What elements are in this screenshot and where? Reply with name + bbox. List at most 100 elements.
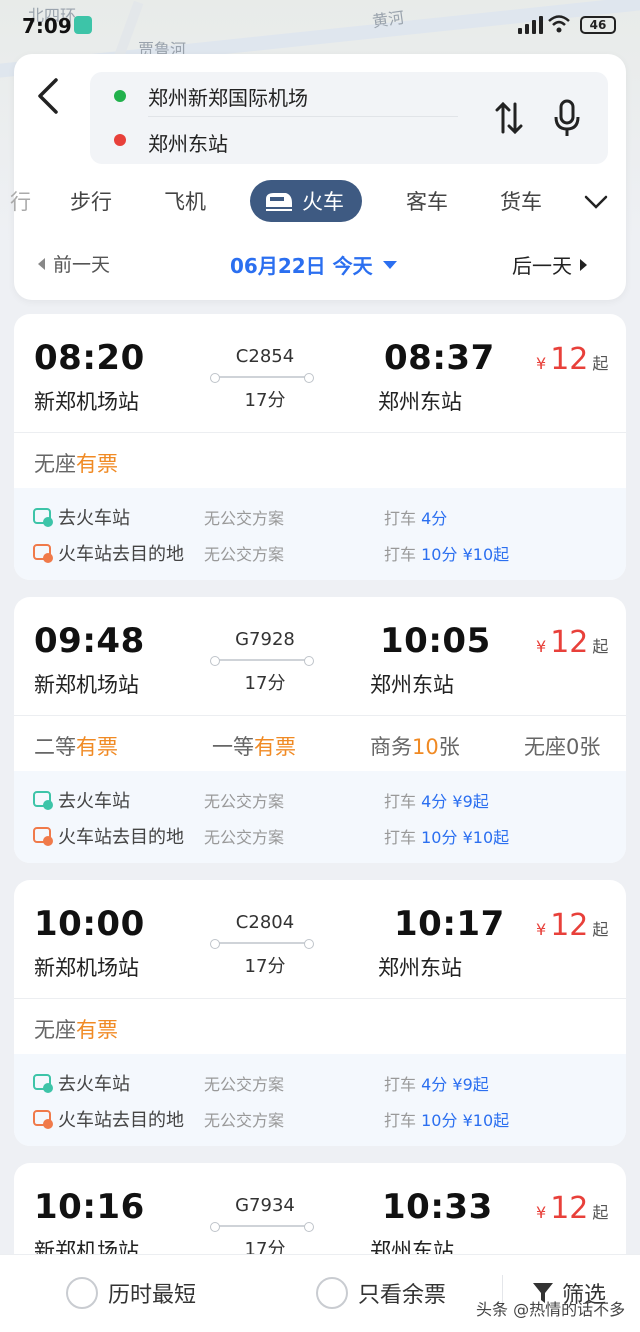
seat-availability: 无座有票: [14, 434, 626, 490]
navigation-app-icon: [74, 16, 92, 34]
to-station-label: 去火车站: [58, 1074, 130, 1095]
to-station-row[interactable]: 去火车站 无公交方案 打车 4分 ¥9起: [14, 1068, 626, 1098]
taxi-option: 打车 10分 ¥10起: [384, 545, 510, 564]
bus-option: 无公交方案: [204, 792, 285, 811]
taxi-option: 打车 10分 ¥10起: [384, 1111, 510, 1130]
chevron-left-icon: [38, 78, 58, 114]
tab-train-label: 火车: [302, 190, 344, 214]
date-picker[interactable]: 06月22日 今天: [230, 250, 397, 279]
bus-option: 无公交方案: [204, 828, 285, 847]
price: ¥ 12 起: [536, 342, 608, 377]
seat-class: 无座有票: [34, 452, 118, 476]
status-bar: 7:09 46: [0, 0, 640, 52]
battery-icon: 46: [580, 16, 616, 34]
price-suffix: 起: [592, 354, 609, 373]
date-bar: 前一天 06月22日 今天 后一天: [14, 250, 626, 280]
departure-time: 10:00: [34, 904, 145, 944]
transit-options: 去火车站 无公交方案 打车 4分 ¥9起 火车站去目的地 无公交方案 打车 10…: [14, 771, 626, 863]
train-card[interactable]: 08:20 新郑机场站 C2854 17分 08:37 郑州东站 ¥ 12 起 …: [14, 314, 626, 580]
train-number: G7934: [235, 1195, 295, 1216]
departure-time: 09:48: [34, 621, 145, 661]
remaining-tickets-toggle[interactable]: 只看余票: [316, 1277, 446, 1309]
taxi-option: 打车 4分: [384, 509, 448, 528]
price-currency: ¥: [536, 354, 547, 373]
to-destination-row[interactable]: 火车站去目的地 无公交方案 打车 10分 ¥10起: [14, 821, 626, 851]
chevron-down-icon[interactable]: [582, 188, 610, 216]
departure-time: 10:16: [34, 1187, 145, 1227]
transit-options: 去火车站 无公交方案 打车 4分 火车站去目的地 无公交方案 打车 10分 ¥1…: [14, 488, 626, 580]
train-card[interactable]: 10:00 新郑机场站 C2804 17分 10:17 郑州东站 ¥ 12 起 …: [14, 880, 626, 1146]
divider: [14, 998, 626, 999]
price-amount: 12: [550, 625, 589, 660]
divider: [14, 715, 626, 716]
next-day-button[interactable]: 后一天: [512, 250, 587, 279]
train-icon: [266, 193, 292, 211]
caret-right-icon: [580, 258, 587, 271]
taxi-option: 打车 10分 ¥10起: [384, 828, 510, 847]
journey-line: [210, 373, 314, 383]
price-currency: ¥: [536, 1203, 547, 1222]
journey-line: [210, 656, 314, 666]
tab-mode-partial[interactable]: 行: [10, 186, 31, 216]
prev-day-button[interactable]: 前一天: [38, 250, 110, 277]
taxi-option: 打车 4分 ¥9起: [384, 792, 489, 811]
tab-train[interactable]: 火车: [250, 180, 362, 222]
watermark: 头条 @热情的话不多: [476, 1300, 626, 1319]
train-card[interactable]: 09:48 新郑机场站 G7928 17分 10:05 郑州东站 ¥ 12 起 …: [14, 597, 626, 863]
back-button[interactable]: [34, 76, 70, 120]
origin-dot-icon: [114, 90, 126, 102]
departure-station: 新郑机场站: [34, 956, 139, 980]
car-green-icon: [33, 791, 53, 810]
tab-truck[interactable]: 货车: [500, 186, 542, 216]
price-amount: 12: [550, 342, 589, 377]
checkbox-circle-icon: [66, 1277, 98, 1309]
wifi-icon: [548, 15, 570, 33]
price-amount: 12: [550, 1191, 589, 1226]
bottom-filter-bar: 历时最短 只看余票 筛选: [0, 1254, 640, 1332]
car-green-icon: [33, 1074, 53, 1093]
price-suffix: 起: [592, 1203, 609, 1222]
car-orange-icon: [33, 827, 53, 846]
price: ¥ 12 起: [536, 908, 608, 943]
train-number: C2804: [235, 912, 295, 933]
shortest-duration-toggle[interactable]: 历时最短: [66, 1277, 196, 1309]
swap-icon[interactable]: [494, 98, 524, 138]
destination-dot-icon: [114, 134, 126, 146]
destination-field[interactable]: 郑州东站: [148, 128, 228, 157]
arrival-station: 郑州东站: [378, 956, 462, 980]
bus-option: 无公交方案: [204, 545, 285, 564]
microphone-icon[interactable]: [552, 98, 582, 138]
taxi-option: 打车 4分 ¥9起: [384, 1075, 489, 1094]
tab-walk[interactable]: 步行: [70, 186, 112, 216]
price-currency: ¥: [536, 920, 547, 939]
route-divider: [148, 116, 458, 117]
to-destination-label: 火车站去目的地: [58, 544, 184, 565]
price: ¥ 12 起: [536, 625, 608, 660]
to-destination-row[interactable]: 火车站去目的地 无公交方案 打车 10分 ¥10起: [14, 538, 626, 568]
route-input-box: 郑州新郑国际机场 郑州东站: [90, 72, 608, 164]
price-suffix: 起: [592, 637, 609, 656]
checkbox-circle-icon: [316, 1277, 348, 1309]
departure-station: 新郑机场站: [34, 390, 139, 414]
next-day-label: 后一天: [512, 254, 572, 278]
departure-station: 新郑机场站: [34, 673, 139, 697]
to-destination-label: 火车站去目的地: [58, 1110, 184, 1131]
tab-flight[interactable]: 飞机: [164, 186, 206, 216]
origin-field[interactable]: 郑州新郑国际机场: [148, 82, 308, 111]
seat-availability: 无座有票: [14, 1000, 626, 1056]
arrival-time: 10:17: [394, 904, 505, 944]
remaining-tickets-label: 只看余票: [358, 1283, 447, 1308]
arrival-station: 郑州东站: [370, 673, 454, 697]
current-date: 06月22日 今天: [230, 254, 373, 278]
seat-class: 无座有票: [34, 1018, 118, 1042]
duration: 17分: [244, 673, 286, 694]
to-destination-row[interactable]: 火车站去目的地 无公交方案 打车 10分 ¥10起: [14, 1104, 626, 1134]
tab-coach[interactable]: 客车: [406, 186, 448, 216]
car-orange-icon: [33, 1110, 53, 1129]
car-green-icon: [33, 508, 53, 527]
to-station-row[interactable]: 去火车站 无公交方案 打车 4分 ¥9起: [14, 785, 626, 815]
duration: 17分: [244, 390, 286, 411]
price: ¥ 12 起: [536, 1191, 608, 1226]
to-station-row[interactable]: 去火车站 无公交方案 打车 4分: [14, 502, 626, 532]
train-number: G7928: [235, 629, 295, 650]
